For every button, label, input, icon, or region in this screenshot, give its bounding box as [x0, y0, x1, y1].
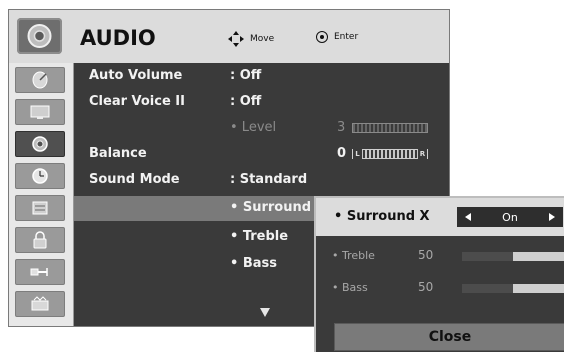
- surround-selector[interactable]: On: [457, 207, 563, 227]
- bass-label: • Bass: [230, 256, 277, 271]
- input-plug-icon: [30, 268, 48, 276]
- balance-row[interactable]: Balance 0 L R: [74, 143, 449, 165]
- surround-label: • Surround X: [230, 200, 326, 215]
- page-title: AUDIO: [80, 26, 156, 50]
- arrow-left-icon[interactable]: [465, 213, 471, 221]
- surround-popup: • Surround X On • Treble 50 • Bass 50 Cl…: [314, 196, 564, 352]
- popup-treble-label: • Treble: [332, 249, 375, 262]
- sidebar-item-audio[interactable]: [15, 131, 65, 157]
- popup-treble-bar: [462, 252, 564, 261]
- monitor-icon: [30, 105, 50, 119]
- menu-header: AUDIO Move Enter: [9, 10, 449, 62]
- treble-label: • Treble: [230, 229, 289, 244]
- speaker-icon: [32, 136, 48, 152]
- popup-treble-row: • Treble 50: [316, 245, 564, 267]
- popup-bass-value: 50: [418, 280, 434, 294]
- balance-right-marker: R: [418, 149, 427, 159]
- popup-bass-bar: [462, 284, 564, 293]
- close-button[interactable]: Close: [334, 323, 564, 351]
- usb-media-icon: [31, 296, 49, 311]
- sidebar-item-usb[interactable]: [15, 291, 65, 317]
- level-slider: [352, 123, 428, 133]
- clock-icon: [32, 168, 48, 184]
- enter-button-icon: [316, 31, 328, 43]
- sidebar-item-option[interactable]: [15, 195, 65, 221]
- sidebar-item-channel[interactable]: [15, 67, 65, 93]
- auto-volume-label: Auto Volume: [89, 68, 183, 83]
- category-sidebar: [9, 63, 74, 326]
- balance-value: 0: [337, 146, 347, 161]
- enter-hint: Enter: [316, 31, 358, 43]
- sound-mode-label: Sound Mode: [89, 172, 180, 187]
- sound-mode-value: : Standard: [230, 172, 308, 187]
- popup-treble-value: 50: [418, 248, 434, 262]
- lock-icon: [33, 231, 47, 249]
- balance-label: Balance: [89, 146, 147, 161]
- move-hint: Move: [228, 31, 274, 47]
- popup-bass-row: • Bass 50: [316, 277, 564, 299]
- clear-voice-value: : Off: [230, 94, 262, 109]
- sidebar-item-picture[interactable]: [15, 99, 65, 125]
- sidebar-item-time[interactable]: [15, 163, 65, 189]
- auto-volume-value: : Off: [230, 68, 262, 83]
- popup-bass-fill: [462, 284, 513, 293]
- popup-treble-fill: [462, 252, 513, 261]
- move-hint-label: Move: [250, 34, 275, 44]
- scroll-down-arrow-icon[interactable]: [260, 308, 270, 317]
- popup-header: • Surround X On: [316, 198, 564, 236]
- sidebar-item-input[interactable]: [15, 259, 65, 285]
- level-row: • Level 3: [74, 117, 449, 139]
- satellite-dish-icon: [32, 71, 48, 89]
- arrow-right-icon[interactable]: [548, 213, 555, 221]
- move-arrows-icon: [228, 31, 244, 47]
- level-label: • Level: [230, 120, 277, 135]
- options-icon: [32, 201, 48, 215]
- popup-bass-label: • Bass: [332, 281, 368, 294]
- auto-volume-row[interactable]: Auto Volume : Off: [74, 65, 449, 87]
- sidebar-item-lock[interactable]: [15, 227, 65, 253]
- enter-hint-label: Enter: [334, 32, 359, 42]
- level-value: 3: [337, 120, 346, 135]
- speaker-icon: [17, 18, 62, 54]
- clear-voice-row[interactable]: Clear Voice II : Off: [74, 91, 449, 113]
- sound-mode-row[interactable]: Sound Mode : Standard: [74, 169, 449, 191]
- surround-selected-value: On: [502, 210, 518, 224]
- balance-slider[interactable]: L R: [352, 149, 428, 159]
- clear-voice-label: Clear Voice II: [89, 94, 185, 109]
- balance-left-marker: L: [353, 149, 362, 159]
- popup-title: • Surround X: [334, 209, 430, 224]
